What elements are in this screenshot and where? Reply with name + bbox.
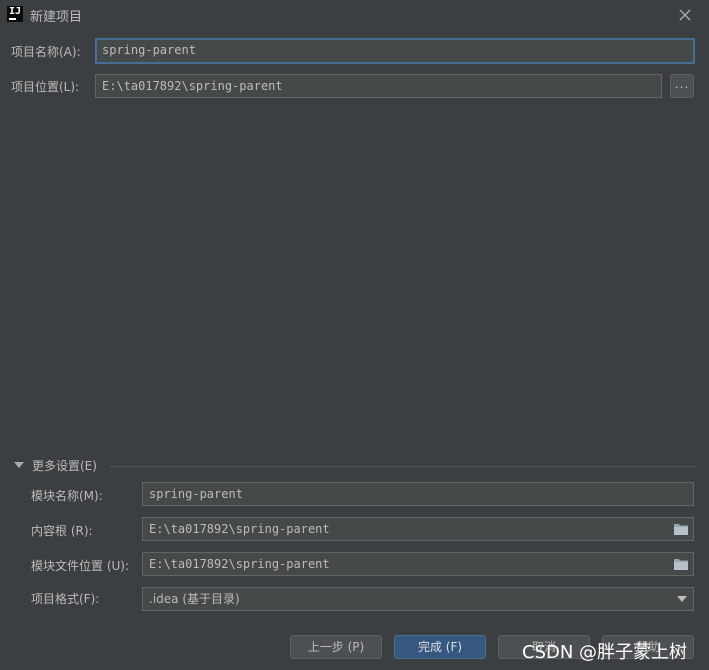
project-format-value: .idea (基于目录) xyxy=(149,592,240,606)
project-location-input[interactable]: E:\ta017892\spring-parent xyxy=(95,74,662,98)
project-format-select[interactable]: .idea (基于目录) xyxy=(142,587,694,611)
chevron-down-icon xyxy=(14,462,24,468)
content-root-label: 内容根 (R): xyxy=(31,524,93,538)
title-bar: IJ 新建项目 xyxy=(0,0,709,30)
module-file-location-value: E:\ta017892\spring-parent xyxy=(149,557,330,571)
intellij-logo-icon: IJ xyxy=(7,6,23,22)
close-icon[interactable] xyxy=(677,7,693,23)
previous-button[interactable]: 上一步 (P) xyxy=(290,635,382,659)
module-name-label: 模块名称(M): xyxy=(31,489,103,503)
content-root-input[interactable]: E:\ta017892\spring-parent xyxy=(142,517,694,541)
module-file-location-label: 模块文件位置 (U): xyxy=(31,559,130,573)
section-divider xyxy=(110,466,696,467)
browse-button[interactable]: ... xyxy=(670,74,694,98)
finish-button[interactable]: 完成 (F) xyxy=(394,635,486,659)
project-name-label: 项目名称(A): xyxy=(11,45,81,59)
content-root-value: E:\ta017892\spring-parent xyxy=(149,522,330,536)
project-name-input[interactable]: spring-parent xyxy=(95,38,695,64)
chevron-down-icon xyxy=(677,596,687,602)
module-file-location-input[interactable]: E:\ta017892\spring-parent xyxy=(142,552,694,576)
folder-icon[interactable] xyxy=(674,523,688,535)
module-name-input[interactable]: spring-parent xyxy=(142,482,694,506)
app-icon-text: IJ xyxy=(9,6,22,17)
project-location-label: 项目位置(L): xyxy=(11,80,80,94)
watermark: CSDN @胖子蒙上树 xyxy=(522,642,688,663)
project-format-label: 项目格式(F): xyxy=(31,592,100,606)
more-settings-header: 更多设置(E) xyxy=(32,459,97,473)
folder-icon[interactable] xyxy=(674,558,688,570)
window-title: 新建项目 xyxy=(30,10,83,25)
